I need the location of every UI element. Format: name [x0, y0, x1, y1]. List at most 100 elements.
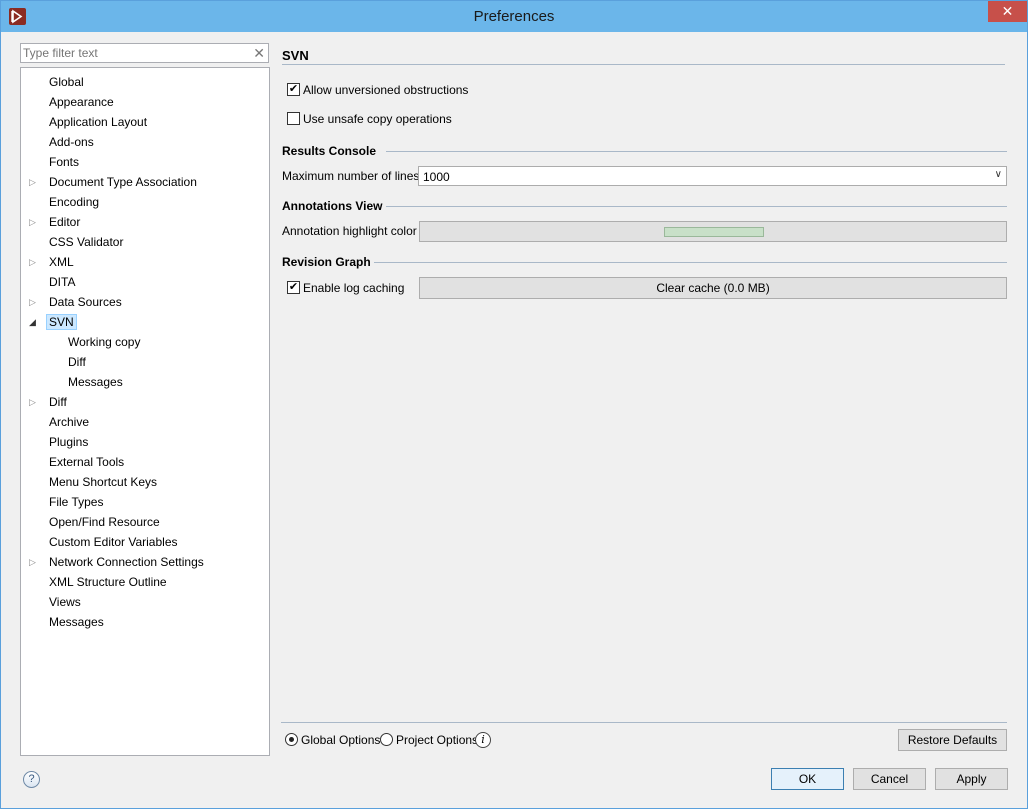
tree-item[interactable]: External Tools	[46, 453, 127, 471]
results-console-divider	[386, 151, 1007, 152]
collapsed-arrow-icon[interactable]: ▷	[29, 553, 39, 571]
tree-item-label: XML	[49, 255, 74, 269]
max-lines-value: 1000	[423, 170, 450, 184]
tree-item-label: Editor	[49, 215, 81, 229]
clear-filter-icon[interactable]: ✕	[253, 45, 265, 61]
tree-item[interactable]: Archive	[46, 413, 92, 431]
tree-item[interactable]: Appearance	[46, 93, 117, 111]
tree-item-label: Working copy	[68, 335, 141, 349]
chevron-down-icon[interactable]: ∨	[995, 169, 1002, 180]
tree-item-label: Global	[49, 75, 84, 89]
project-options-label[interactable]: Project Options	[396, 733, 478, 747]
revision-graph-divider	[374, 262, 1007, 263]
tree-item[interactable]: Menu Shortcut Keys	[46, 473, 160, 491]
max-lines-label: Maximum number of lines	[282, 169, 420, 183]
tree-item[interactable]: Encoding	[46, 193, 102, 211]
tree-item-label: Views	[49, 595, 81, 609]
tree-item[interactable]: Diff	[65, 353, 89, 371]
unsafe-copy-label: Use unsafe copy operations	[303, 112, 452, 126]
tree-item-label: XML Structure Outline	[49, 575, 167, 589]
tree-item-label: Data Sources	[49, 295, 122, 309]
tree-item[interactable]: Application Layout	[46, 113, 150, 131]
results-console-heading: Results Console	[282, 144, 377, 158]
preferences-window: Preferences ✕ ✕ Global Appearance Applicat…	[0, 0, 1028, 809]
tree-item[interactable]: XML Structure Outline	[46, 573, 170, 591]
ok-button[interactable]: OK	[771, 768, 844, 790]
tree-item-label: Messages	[49, 615, 104, 629]
filter-box[interactable]: ✕	[20, 43, 269, 63]
global-options-label[interactable]: Global Options	[301, 733, 380, 747]
close-icon[interactable]: ✕	[988, 1, 1027, 22]
dialog-body: ✕ Global Appearance Application Layout Add-…	[8, 32, 1021, 802]
tree-item[interactable]: ▷ Data Sources	[29, 293, 125, 311]
highlight-color-swatch	[664, 227, 764, 237]
tree-item-label: Network Connection Settings	[49, 555, 204, 569]
collapsed-arrow-icon[interactable]: ▷	[29, 253, 39, 271]
annotations-view-divider	[386, 206, 1007, 207]
collapsed-arrow-icon[interactable]: ▷	[29, 393, 39, 411]
tree-item-label: Menu Shortcut Keys	[49, 475, 158, 489]
expanded-arrow-icon[interactable]: ◢	[29, 313, 39, 331]
tree-item[interactable]: Plugins	[46, 433, 91, 451]
tree-item[interactable]: File Types	[46, 493, 106, 511]
tree-item-label: Messages	[68, 375, 123, 389]
filter-input[interactable]	[23, 45, 248, 61]
annotations-view-heading: Annotations View	[282, 199, 383, 213]
log-caching-checkbox[interactable]: ✔	[287, 281, 300, 294]
tree-item[interactable]: Global	[46, 73, 87, 91]
tree-item-label: Application Layout	[49, 115, 148, 129]
log-caching-label: Enable log caching	[303, 281, 405, 295]
allow-unversioned-checkbox[interactable]: ✔	[287, 83, 300, 96]
preference-tree[interactable]: Global Appearance Application Layout Add-on…	[20, 67, 270, 756]
title-bar[interactable]: Preferences ✕	[1, 1, 1027, 32]
tree-item[interactable]: Messages	[65, 373, 126, 391]
tree-item-label: Plugins	[49, 435, 89, 449]
tree-item-label: File Types	[49, 495, 104, 509]
tree-item-label: Encoding	[49, 195, 100, 209]
clear-cache-button[interactable]: Clear cache (0.0 MB)	[419, 277, 1007, 299]
tree-item[interactable]: Views	[46, 593, 84, 611]
tree-item[interactable]: DITA	[46, 273, 78, 291]
unsafe-copy-checkbox[interactable]	[287, 112, 300, 125]
tree-item-label: Open/Find Resource	[49, 515, 160, 529]
tree-item-label: Diff	[68, 355, 86, 369]
options-divider	[281, 722, 1007, 723]
tree-item[interactable]: Fonts	[46, 153, 82, 171]
tree-item-label: Add-ons	[49, 135, 94, 149]
tree-item-label: Diff	[49, 395, 67, 409]
tree-item[interactable]: Add-ons	[46, 133, 97, 151]
tree-item[interactable]: Open/Find Resource	[46, 513, 163, 531]
page-title: SVN	[282, 48, 309, 63]
tree-item[interactable]: Messages	[46, 613, 107, 631]
tree-item[interactable]: ▷ Document Type Association	[29, 173, 200, 191]
apply-button[interactable]: Apply	[935, 768, 1008, 790]
collapsed-arrow-icon[interactable]: ▷	[29, 213, 39, 231]
global-options-radio[interactable]	[285, 733, 298, 746]
collapsed-arrow-icon[interactable]: ▷	[29, 293, 39, 311]
tree-item-label: Appearance	[49, 95, 114, 109]
tree-item[interactable]: ▷ XML	[29, 253, 77, 271]
tree-item-label: Archive	[49, 415, 90, 429]
highlight-color-button[interactable]	[419, 221, 1007, 242]
title-divider	[282, 64, 1005, 65]
tree-item[interactable]: ▷ Editor	[29, 213, 83, 231]
tree-item[interactable]: ◢ SVN	[29, 313, 77, 331]
tree-item-label: Fonts	[49, 155, 80, 169]
help-icon[interactable]: ?	[23, 771, 40, 788]
tree-item-label: Document Type Association	[49, 175, 197, 189]
tree-item[interactable]: ▷ Diff	[29, 393, 70, 411]
tree-item-label: DITA	[49, 275, 76, 289]
tree-item[interactable]: CSS Validator	[46, 233, 126, 251]
project-options-radio[interactable]	[380, 733, 393, 746]
tree-item-label: Custom Editor Variables	[49, 535, 178, 549]
window-title: Preferences	[473, 8, 555, 25]
collapsed-arrow-icon[interactable]: ▷	[29, 173, 39, 191]
highlight-color-label: Annotation highlight color	[282, 224, 417, 238]
info-icon[interactable]: i	[475, 732, 491, 748]
tree-item[interactable]: Custom Editor Variables	[46, 533, 181, 551]
restore-defaults-button[interactable]: Restore Defaults	[898, 729, 1007, 751]
cancel-button[interactable]: Cancel	[853, 768, 926, 790]
max-lines-combo[interactable]: 1000 ∨	[418, 166, 1007, 186]
tree-item[interactable]: Working copy	[65, 333, 143, 351]
tree-item[interactable]: ▷ Network Connection Settings	[29, 553, 207, 571]
